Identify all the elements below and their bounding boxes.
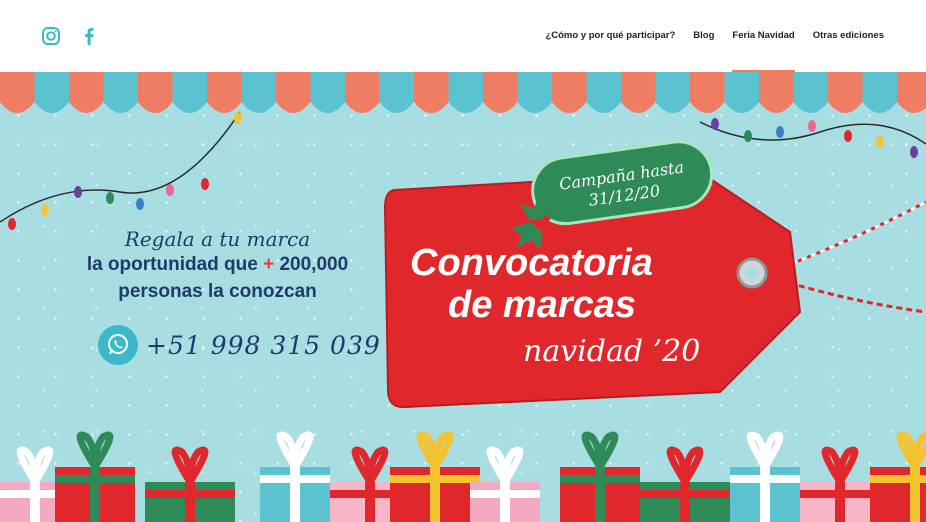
tag-title-line3: navidad ’20 (523, 334, 701, 369)
tagline-line2-b: 200,000 (274, 254, 349, 275)
nav-como-participar[interactable]: ¿Cómo y por qué participar? (545, 30, 675, 41)
tagline-line3: personas la conozcan (118, 281, 317, 302)
presents-row (0, 431, 926, 522)
phone-number[interactable]: +51 998 315 039 (146, 331, 381, 360)
whatsapp-contact[interactable]: +51 998 315 039 (98, 325, 381, 365)
social-links (41, 26, 99, 46)
tag-title-line1: Convocatoria (410, 242, 653, 284)
facebook-icon[interactable] (79, 26, 99, 46)
site-header: ¿Cómo y por qué participar? Blog Feria N… (0, 0, 926, 72)
tag-title-line2: de marcas (448, 284, 637, 326)
tagline-line2: la oportunidad que + 200,000 (40, 251, 395, 278)
awning (0, 72, 926, 113)
nav-otras-ediciones[interactable]: Otras ediciones (813, 30, 884, 41)
whatsapp-icon[interactable] (98, 325, 138, 365)
hero-tagline: Regala a tu marca la oportunidad que + 2… (40, 227, 395, 305)
nav-blog[interactable]: Blog (693, 30, 714, 41)
tagline-line2-a: la oportunidad que (86, 254, 264, 275)
main-nav: ¿Cómo y por qué participar? Blog Feria N… (545, 30, 884, 72)
hero-banner: Regala a tu marca la oportunidad que + 2… (0, 72, 926, 522)
instagram-icon[interactable] (41, 26, 61, 46)
tagline-script: Regala a tu marca (124, 227, 311, 251)
tagline-plus: + (263, 254, 275, 275)
nav-feria-navidad[interactable]: Feria Navidad (732, 30, 796, 72)
